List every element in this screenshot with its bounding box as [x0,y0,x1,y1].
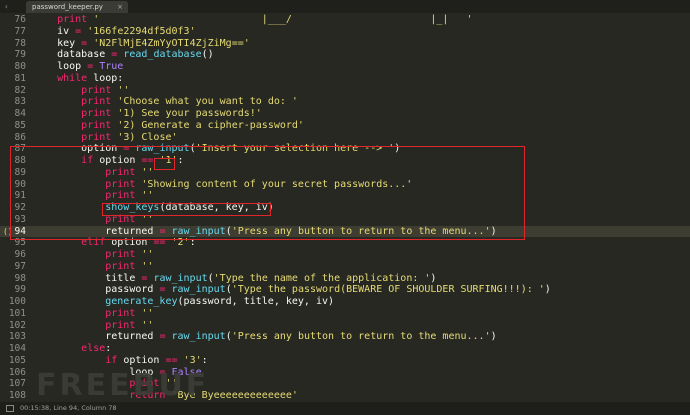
code-line[interactable]: 86 print '3) Close' [0,132,690,144]
watermark-logo: FREEBUF [36,368,210,403]
line-number: 80 [14,61,26,72]
line-code: if option == '3': [105,354,208,366]
line-code: iv = '166fe2294df5d0f3' [33,25,196,37]
highlight-box-selection-block [10,146,525,240]
chevron-left-icon[interactable]: ‹ [4,2,13,11]
line-code: returned = raw_input('Press any button t… [33,331,497,343]
line-number: 103 [8,331,26,343]
line-code: print 'Choose what you want to do: ' [81,96,298,108]
code-line[interactable]: 78 key = 'N2FlMjE4ZmYyOTI4ZjZiMg==' [0,38,690,50]
line-number: 102 [8,319,26,331]
line-number: 78 [14,37,26,49]
tab-password-keeper[interactable]: password_keeper.py × [26,1,128,13]
line-code: title = raw_input('Type the name of the … [33,272,437,284]
line-code: else: [81,343,112,354]
line-number: 77 [14,25,26,37]
line-code: database = read_database() [33,49,214,61]
code-line[interactable]: 96 print '' [0,249,690,261]
code-line[interactable]: 83 print 'Choose what you want to do: ' [0,96,690,108]
line-number: 84 [14,108,26,119]
line-number: 98 [14,272,26,284]
line-number: 79 [14,49,26,61]
line-code: loop = True [33,61,124,72]
line-number: 104 [8,343,26,354]
code-line[interactable]: 85 print '2) Generate a cipher-password' [0,120,690,132]
line-code: print '' [105,249,154,260]
line-number: 100 [8,296,26,307]
line-number: 99 [14,284,26,296]
code-line[interactable]: 98 title = raw_input('Type the name of t… [0,273,690,285]
line-code: generate_key(password, title, key, iv) [105,296,335,307]
highlight-box-option-1 [154,158,175,170]
code-line[interactable]: 81 while loop: [0,73,690,85]
code-line[interactable]: 80 loop = True [0,61,690,73]
code-line[interactable]: 77 iv = '166fe2294df5d0f3' [0,26,690,38]
line-code: key = 'N2FlMjE4ZmYyOTI4ZjZiMg==' [33,37,250,49]
line-number: 97 [14,260,26,272]
code-editor[interactable]: 76 print ' |___/ |_| ' 77 iv = '166fe2294… [0,14,690,402]
line-number: 83 [14,96,26,108]
line-code: print '1) See your passwords!' [81,108,262,119]
terminal-icon[interactable] [6,405,14,412]
tab-bar: ‹ password_keeper.py × [0,0,690,13]
line-code: print '' [105,319,154,331]
tab-label: password_keeper.py [32,3,103,11]
code-line[interactable]: 102 print '' [0,320,690,332]
code-line[interactable]: 84 print '1) See your passwords!' [0,108,690,120]
line-code: password = raw_input('Type the password(… [33,284,551,296]
line-number: 108 [8,390,26,401]
line-code: while loop: [57,72,124,84]
code-line[interactable]: 76 print ' |___/ |_| ' [0,14,690,26]
line-code: print '' [105,260,154,272]
line-code: print '' [105,307,154,319]
code-line[interactable]: 82 print '' [0,85,690,97]
line-number: 82 [14,84,26,96]
code-line[interactable]: 99 password = raw_input('Type the passwo… [0,284,690,296]
line-number: 106 [8,366,26,378]
line-number: 76 [14,14,26,25]
line-code: print '' [81,84,130,96]
highlight-box-show-keys [102,203,271,216]
line-number: 81 [14,72,26,84]
code-line[interactable]: 100 generate_key(password, title, key, i… [0,296,690,308]
line-number: 107 [8,378,26,390]
code-line[interactable]: 103 returned = raw_input('Press any butt… [0,331,690,343]
line-number: 85 [14,119,26,131]
code-line[interactable]: 101 print '' [0,308,690,320]
close-icon[interactable]: × [117,1,123,13]
line-number: 96 [14,249,26,260]
code-line[interactable]: 97 print '' [0,261,690,273]
line-number: 101 [8,307,26,319]
code-line[interactable]: 105 if option == '3': [0,355,690,367]
status-text: 00:15:38, Line 94, Column 78 [20,404,117,412]
status-bar: 00:15:38, Line 94, Column 78 [0,402,690,415]
line-code: print '3) Close' [81,131,178,143]
line-code: print ' |___/ |_| ' [57,14,473,25]
line-number: 105 [8,354,26,366]
code-line[interactable]: 104 else: [0,343,690,355]
code-line[interactable]: 79 database = read_database() [0,49,690,61]
line-code: print '2) Generate a cipher-password' [81,119,304,131]
line-number: 86 [14,131,26,143]
